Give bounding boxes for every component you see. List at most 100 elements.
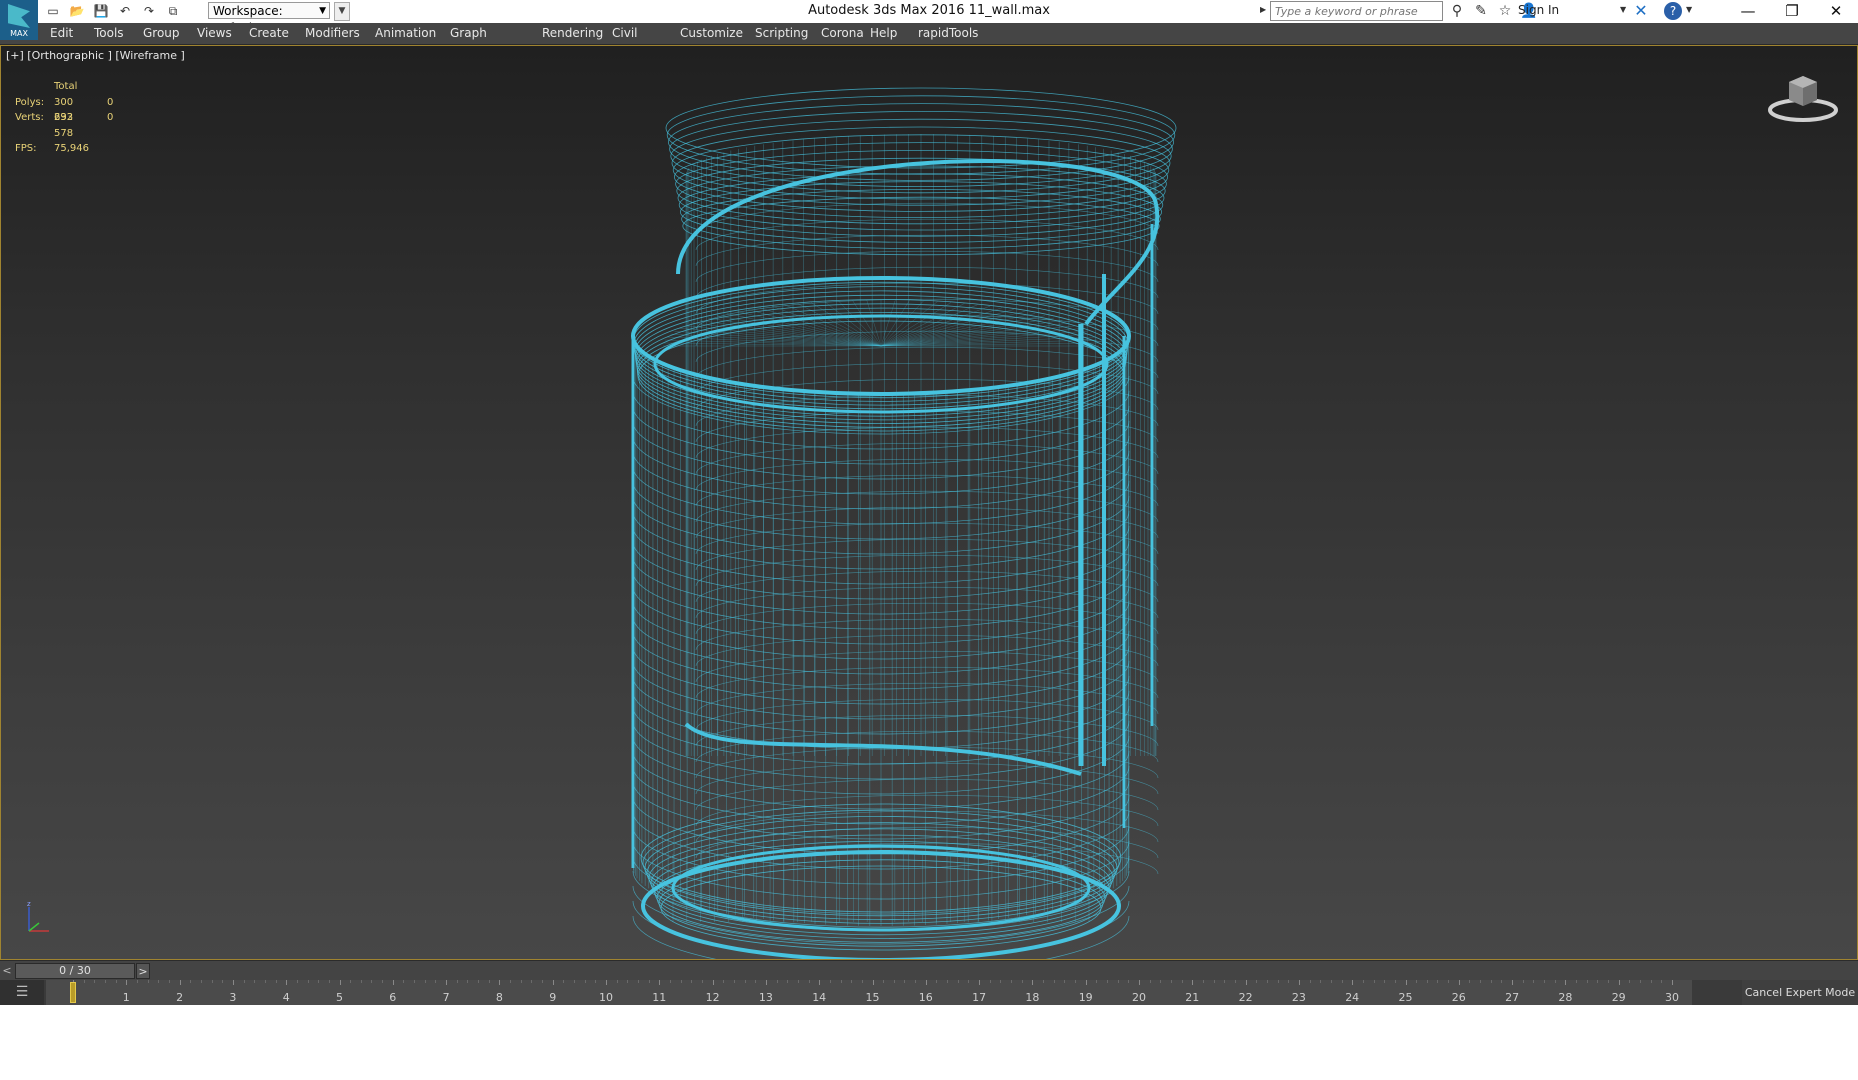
exchange-apps-icon[interactable]: ✕ [1632, 2, 1650, 20]
minor-tick [584, 980, 586, 983]
frame-number: 18 [1025, 991, 1040, 1004]
minor-tick [424, 980, 426, 983]
minor-tick [1544, 980, 1546, 983]
minor-tick [520, 980, 522, 983]
minor-tick [840, 980, 842, 983]
time-slider-bar: < 0 / 30 > [0, 960, 1858, 981]
search-input[interactable] [1271, 2, 1442, 20]
minor-tick [510, 980, 512, 983]
menu-item-rendering[interactable]: Rendering [542, 23, 603, 44]
frame-number: 14 [812, 991, 827, 1004]
minor-tick [1576, 980, 1578, 983]
favorites-star-icon[interactable]: ☆ [1495, 2, 1515, 20]
sign-in-button[interactable]: Sign In [1518, 3, 1559, 17]
menu-item-help[interactable]: Help [870, 23, 897, 44]
restore-icon[interactable]: ❐ [1770, 0, 1814, 22]
open-file-icon[interactable]: 📂 [68, 3, 86, 19]
frame-tick [1672, 980, 1673, 985]
menu-item-tools[interactable]: Tools [94, 23, 124, 44]
menu-item-corona[interactable]: Corona [821, 23, 864, 44]
workspace-dropdown[interactable]: Workspace: Default ▼ [208, 2, 330, 35]
minor-tick [1394, 980, 1396, 983]
frame-number: 26 [1451, 991, 1466, 1004]
next-frame-button[interactable]: > [136, 963, 150, 979]
title-bar: MAX ▭ 📂 💾 ↶ ↷ ⧉ Workspace: Default ▼ ▼ A… [0, 0, 1858, 40]
redo-icon[interactable]: ↷ [140, 3, 158, 19]
menu-item-group[interactable]: Group [143, 23, 180, 44]
previous-frame-button[interactable]: < [1, 963, 13, 979]
minimize-icon[interactable]: — [1726, 0, 1770, 22]
track-bar-row: ☰ 01234567891011121314151617181920212223… [0, 980, 1858, 1005]
save-file-icon[interactable]: 💾 [92, 3, 110, 19]
menu-item-edit[interactable]: Edit [50, 23, 73, 44]
minor-tick [637, 980, 639, 983]
chevron-down-icon[interactable]: ▼ [1620, 5, 1626, 14]
minor-tick [1533, 980, 1535, 983]
minor-tick [947, 980, 949, 983]
close-icon[interactable]: ✕ [1814, 0, 1858, 22]
frame-number: 23 [1291, 991, 1306, 1004]
menu-item-modifiers[interactable]: Modifiers [305, 23, 360, 44]
minor-tick [1011, 980, 1013, 983]
new-file-icon[interactable]: ▭ [44, 3, 62, 19]
minor-tick [1650, 980, 1652, 983]
frame-number: 25 [1398, 991, 1413, 1004]
mini-curve-editor-icon[interactable]: ☰ [0, 980, 44, 1005]
search-expand-icon[interactable]: ▶ [1260, 5, 1266, 14]
current-frame-marker[interactable] [70, 982, 76, 1003]
frame-tick [819, 980, 821, 985]
minor-tick [744, 980, 746, 983]
undo-icon[interactable]: ↶ [116, 3, 134, 19]
frame-number: 4 [282, 991, 290, 1004]
minor-tick [1362, 980, 1364, 983]
minor-tick [1107, 980, 1109, 983]
minor-tick [307, 980, 309, 983]
minor-tick [1053, 980, 1055, 983]
menu-item-views[interactable]: Views [197, 23, 232, 44]
menu-item-scripting[interactable]: Scripting [755, 23, 808, 44]
cancel-expert-mode-button[interactable]: Cancel Expert Mode [1742, 980, 1858, 1005]
application-button[interactable]: MAX [0, 0, 38, 40]
binoculars-icon[interactable]: ⚲ [1447, 2, 1467, 20]
time-slider[interactable]: 0 / 30 [15, 963, 135, 979]
viewport-orthographic[interactable]: [+] [Orthographic ] [Wireframe ] Total P… [0, 45, 1858, 960]
chevron-down-icon[interactable]: ▼ [1686, 5, 1692, 14]
frame-number: 21 [1185, 991, 1200, 1004]
minor-tick [680, 980, 682, 983]
minor-tick [563, 980, 565, 983]
minor-tick [883, 980, 885, 983]
frame-number: 11 [652, 991, 667, 1004]
frame-number: 12 [705, 991, 720, 1004]
application-button-label: MAX [10, 29, 28, 38]
wireframe-wall-object[interactable] [1, 46, 1858, 960]
search-box[interactable] [1270, 1, 1443, 21]
minor-tick [691, 980, 693, 983]
window-controls: — ❐ ✕ [1726, 0, 1858, 22]
minor-tick [1480, 980, 1482, 983]
frame-tick [552, 980, 554, 985]
communication-center-icon[interactable]: ✎ [1471, 2, 1491, 20]
track-bar[interactable]: 0123456789101112131415161718192021222324… [46, 980, 1692, 1005]
minor-tick [669, 980, 671, 983]
minor-tick [797, 980, 799, 983]
minor-tick [1149, 980, 1151, 983]
frame-number: 13 [758, 991, 773, 1004]
menu-item-animation[interactable]: Animation [375, 23, 436, 44]
frame-number: 3 [229, 991, 237, 1004]
minor-tick [851, 980, 853, 983]
minor-tick [1661, 980, 1663, 983]
frame-number: 7 [442, 991, 450, 1004]
help-icon[interactable]: ? [1664, 2, 1682, 20]
project-folder-icon[interactable]: ⧉ [164, 3, 182, 19]
minor-tick [83, 980, 85, 983]
frame-number: 30 [1665, 991, 1679, 1004]
minor-tick [1043, 980, 1045, 983]
minor-tick [616, 980, 618, 983]
menu-item-create[interactable]: Create [249, 23, 289, 44]
menu-item-customize[interactable]: Customize [680, 23, 743, 44]
minor-tick [1320, 980, 1322, 983]
customize-toolbar-icon[interactable]: ▼ [334, 2, 350, 21]
menu-item-rapidtools[interactable]: rapidTools [918, 23, 978, 44]
minor-tick [1416, 980, 1418, 983]
minor-tick [1266, 980, 1268, 983]
